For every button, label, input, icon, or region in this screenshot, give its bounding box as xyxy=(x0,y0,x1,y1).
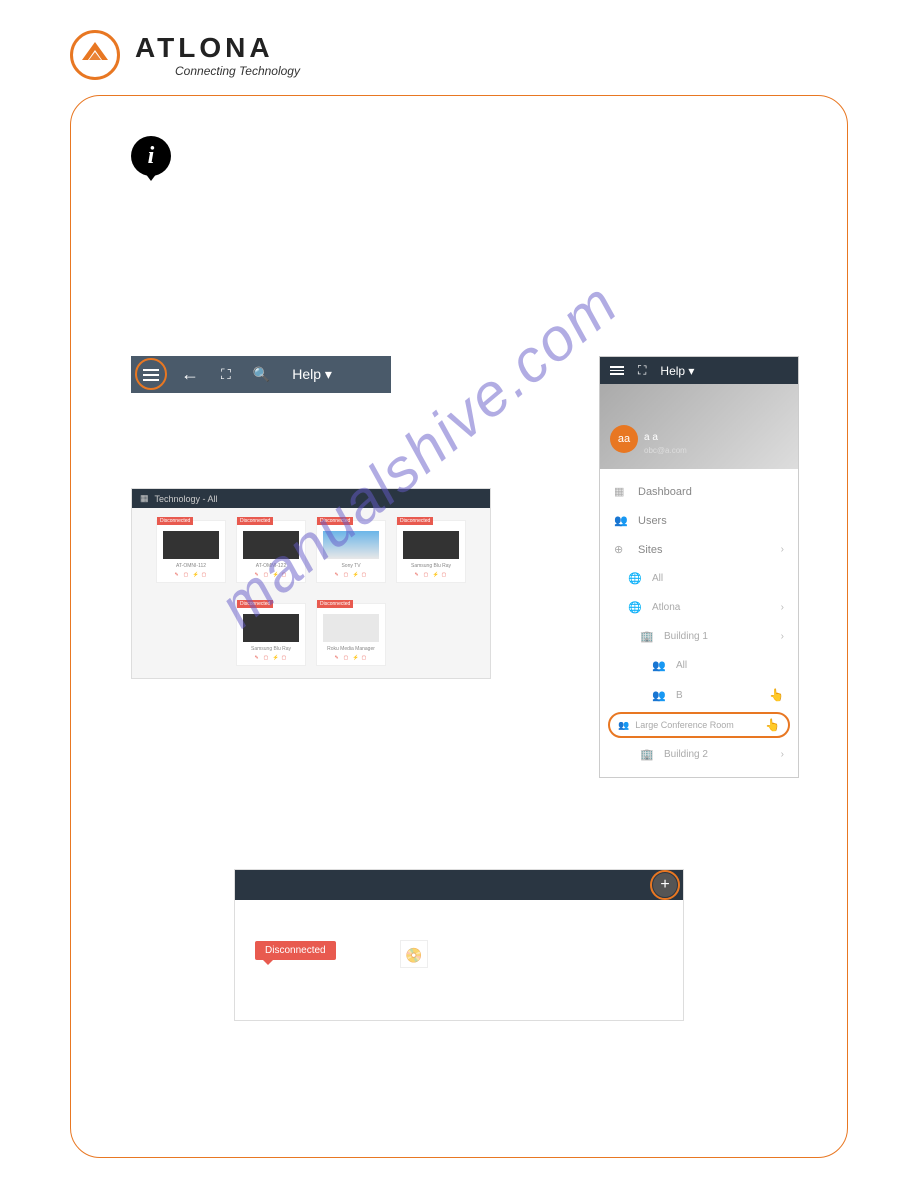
device-card: Disconnected AT-OMNI-122 ✎▢⚡▢ xyxy=(236,520,306,583)
user-email: obc@a.com xyxy=(644,446,687,455)
hamburger-icon xyxy=(610,366,624,375)
menu-label: Building 1 xyxy=(664,631,708,642)
menu-label: Sites xyxy=(638,544,662,556)
menu-building2: 🏢 Building 2 › xyxy=(600,740,798,769)
device-card: Disconnected Sony TV ✎▢⚡▢ xyxy=(316,520,386,583)
dashboard-screenshot: ▦ Technology - All Disconnected AT-OMNI-… xyxy=(131,488,491,679)
site-icon: 🌐 xyxy=(628,572,642,585)
menu-all: 🌐 All xyxy=(600,564,798,593)
sidebar-screenshot: ⛶ Help ▾ aa a a obc@a.com ▦ Dashboard 👥 … xyxy=(599,356,799,778)
menu-building1: 🏢 Building 1 › xyxy=(600,622,798,651)
dashboard-title: Technology - All xyxy=(155,494,218,504)
menu-label: B xyxy=(676,690,683,701)
menu-atlona: 🌐 Atlona › xyxy=(600,593,798,622)
menu-users: 👥 Users xyxy=(600,506,798,535)
menu-label: Users xyxy=(638,515,667,527)
room-icon: 👥 xyxy=(618,720,629,731)
menu-label: Atlona xyxy=(652,602,680,613)
menu-highlight-circle xyxy=(135,358,167,390)
device-card: Disconnected Roku Media Manager ✎▢⚡▢ xyxy=(316,603,386,666)
menu-label: Large Conference Room xyxy=(635,720,734,730)
device-card: Disconnected Samsung Blu Ray ✎▢⚡▢ xyxy=(236,603,306,666)
sidebar-hero: aa a a obc@a.com xyxy=(600,384,798,469)
users-icon: 👥 xyxy=(614,514,628,527)
device-card: Disconnected AT-OMNI-112 ✎▢⚡▢ xyxy=(156,520,226,583)
menu-dashboard: ▦ Dashboard xyxy=(600,477,798,506)
dashboard-header: ▦ Technology - All xyxy=(132,489,490,508)
dashboard-grid: Disconnected AT-OMNI-112 ✎▢⚡▢ Disconnect… xyxy=(132,508,490,678)
document-frame: i ← ⛶ 🔍 Help ▾ ▦ Technology - All Discon… xyxy=(70,95,848,1158)
toolbar-screenshot: ← ⛶ 🔍 Help ▾ xyxy=(131,356,391,393)
menu-label: All xyxy=(676,660,687,671)
help-dropdown: Help ▾ xyxy=(292,366,332,383)
user-avatar: aa xyxy=(610,425,638,453)
dashboard-icon: ▦ xyxy=(614,485,628,498)
disconnected-badge: Disconnected xyxy=(255,941,336,960)
room-screenshot: + Disconnected 📀 xyxy=(234,869,684,1021)
menu-label: All xyxy=(652,573,663,584)
building-icon: 🏢 xyxy=(640,630,654,643)
logo-icon xyxy=(70,30,120,80)
chevron-right-icon: › xyxy=(781,602,784,613)
device-card: Disconnected Samsung Blu Ray ✎▢⚡▢ xyxy=(396,520,466,583)
room-icon: 👥 xyxy=(652,689,666,702)
chevron-right-icon: › xyxy=(781,544,784,555)
help-dropdown: Help ▾ xyxy=(660,364,694,378)
menu-label: Dashboard xyxy=(638,486,692,498)
info-icon: i xyxy=(131,136,171,176)
logo-tagline: Connecting Technology xyxy=(175,64,300,78)
logo-area: ATLONA Connecting Technology xyxy=(70,30,848,80)
menu-large-conference-highlighted: 👥 Large Conference Room 👆 xyxy=(608,712,790,738)
sidebar-menu: ▦ Dashboard 👥 Users ⊕ Sites › 🌐 All xyxy=(600,469,798,777)
back-arrow-icon: ← xyxy=(181,364,199,385)
grid-icon: ▦ xyxy=(140,493,149,504)
logo-brand: ATLONA xyxy=(135,32,300,64)
menu-building1-all: 👥 All xyxy=(600,651,798,680)
room-header: + xyxy=(235,870,683,900)
room-icon: 👥 xyxy=(652,659,666,672)
user-name: a a xyxy=(644,432,658,443)
add-highlight-circle xyxy=(650,870,680,900)
room-body: Disconnected 📀 xyxy=(235,900,683,1020)
chevron-right-icon: › xyxy=(781,749,784,760)
chevron-right-icon: › xyxy=(781,631,784,642)
menu-label: Building 2 xyxy=(664,749,708,760)
fullscreen-icon: ⛶ xyxy=(638,363,646,378)
search-icon: 🔍 xyxy=(253,366,270,383)
building-icon: 🏢 xyxy=(640,748,654,761)
fullscreen-icon: ⛶ xyxy=(221,366,231,383)
touch-icon: 👆 xyxy=(765,718,780,732)
menu-sites: ⊕ Sites › xyxy=(600,535,798,564)
bluray-icon: 📀 xyxy=(400,940,428,968)
site-icon: 🌐 xyxy=(628,601,642,614)
touch-icon: 👆 xyxy=(769,688,784,702)
sidebar-top-bar: ⛶ Help ▾ xyxy=(600,357,798,384)
menu-building1-b: 👥 B 👆 xyxy=(600,680,798,710)
globe-icon: ⊕ xyxy=(614,543,628,556)
